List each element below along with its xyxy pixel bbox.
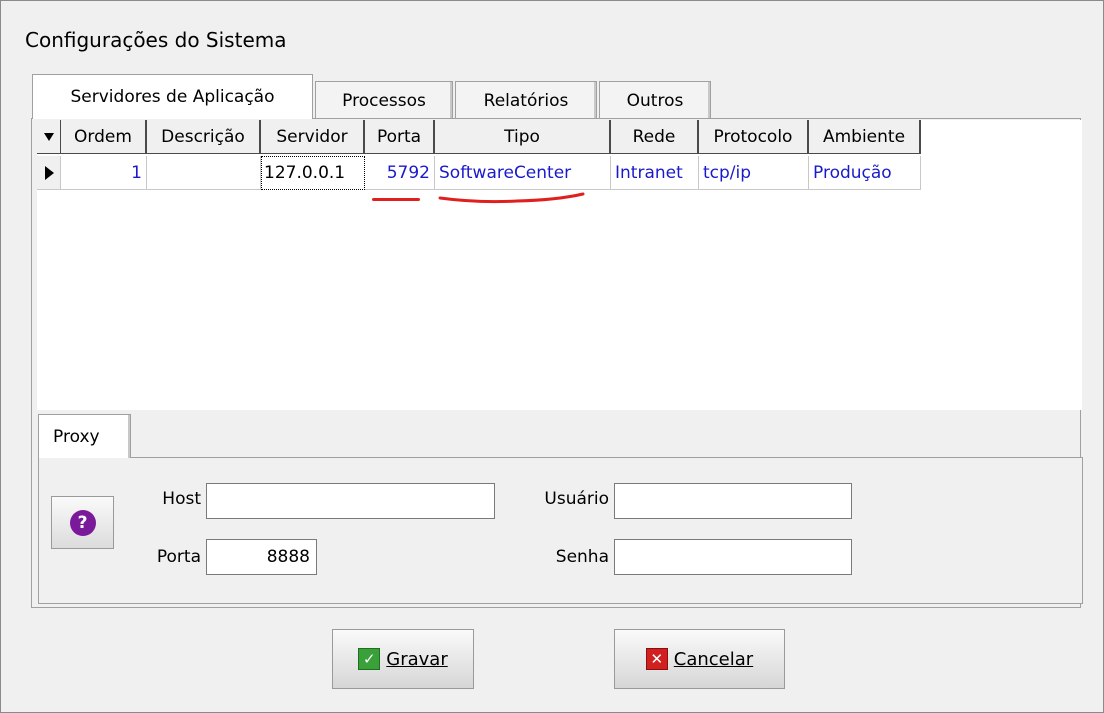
column-header-tipo[interactable]: Tipo — [435, 120, 611, 154]
window-title: Configurações do Sistema — [25, 28, 287, 52]
annotation-underline-porta — [372, 198, 420, 201]
column-menu-icon[interactable] — [37, 120, 61, 154]
cell-ambiente[interactable]: Produção — [809, 156, 921, 190]
tab-processos[interactable]: Processos — [315, 81, 453, 119]
tab-proxy[interactable]: Proxy — [38, 414, 131, 458]
dialog-window: Configurações do Sistema Servidores de A… — [0, 0, 1104, 713]
senha-input[interactable] — [614, 539, 852, 575]
cancelar-label: Cancelar — [673, 648, 754, 670]
column-header-ambiente[interactable]: Ambiente — [809, 120, 921, 154]
cancel-x-icon: ✕ — [645, 648, 668, 670]
senha-label: Senha — [555, 547, 609, 567]
cancelar-button[interactable]: ✕ Cancelar — [614, 629, 785, 689]
cell-tipo[interactable]: SoftwareCenter — [435, 156, 611, 190]
usuario-input[interactable] — [614, 483, 852, 519]
gravar-label: Gravar — [386, 648, 448, 670]
annotation-underline-tipo — [438, 192, 585, 204]
proxy-panel — [38, 457, 1083, 604]
column-header-descricao[interactable]: Descrição — [147, 120, 261, 154]
column-header-ordem[interactable]: Ordem — [61, 120, 147, 154]
cell-servidor[interactable]: 127.0.0.1 — [261, 156, 365, 190]
checkmark-icon: ✓ — [358, 648, 381, 670]
porta-label: Porta — [156, 547, 201, 567]
help-button[interactable]: ? — [51, 496, 114, 549]
row-indicator-icon — [37, 156, 61, 190]
porta-input[interactable] — [206, 539, 317, 575]
question-icon: ? — [69, 509, 96, 536]
gravar-button[interactable]: ✓ Gravar — [332, 629, 474, 689]
tab-relatorios[interactable]: Relatórios — [455, 81, 597, 119]
cell-protocolo[interactable]: tcp/ip — [699, 156, 809, 190]
host-label: Host — [162, 489, 201, 509]
column-header-servidor[interactable]: Servidor — [261, 120, 365, 154]
usuario-label: Usuário — [544, 489, 609, 509]
column-header-rede[interactable]: Rede — [611, 120, 699, 154]
host-input[interactable] — [206, 483, 495, 519]
cell-ordem[interactable]: 1 — [61, 156, 147, 190]
tab-servidores-de-aplicacao[interactable]: Servidores de Aplicação — [32, 74, 313, 119]
tab-outros[interactable]: Outros — [599, 81, 711, 119]
column-header-porta[interactable]: Porta — [365, 120, 435, 154]
cell-rede[interactable]: Intranet — [611, 156, 699, 190]
cell-porta[interactable]: 5792 — [365, 156, 435, 190]
servers-grid[interactable]: Ordem Descrição Servidor Porta Tipo Rede… — [37, 120, 1082, 410]
cell-descricao[interactable] — [147, 156, 261, 190]
column-header-protocolo[interactable]: Protocolo — [699, 120, 809, 154]
